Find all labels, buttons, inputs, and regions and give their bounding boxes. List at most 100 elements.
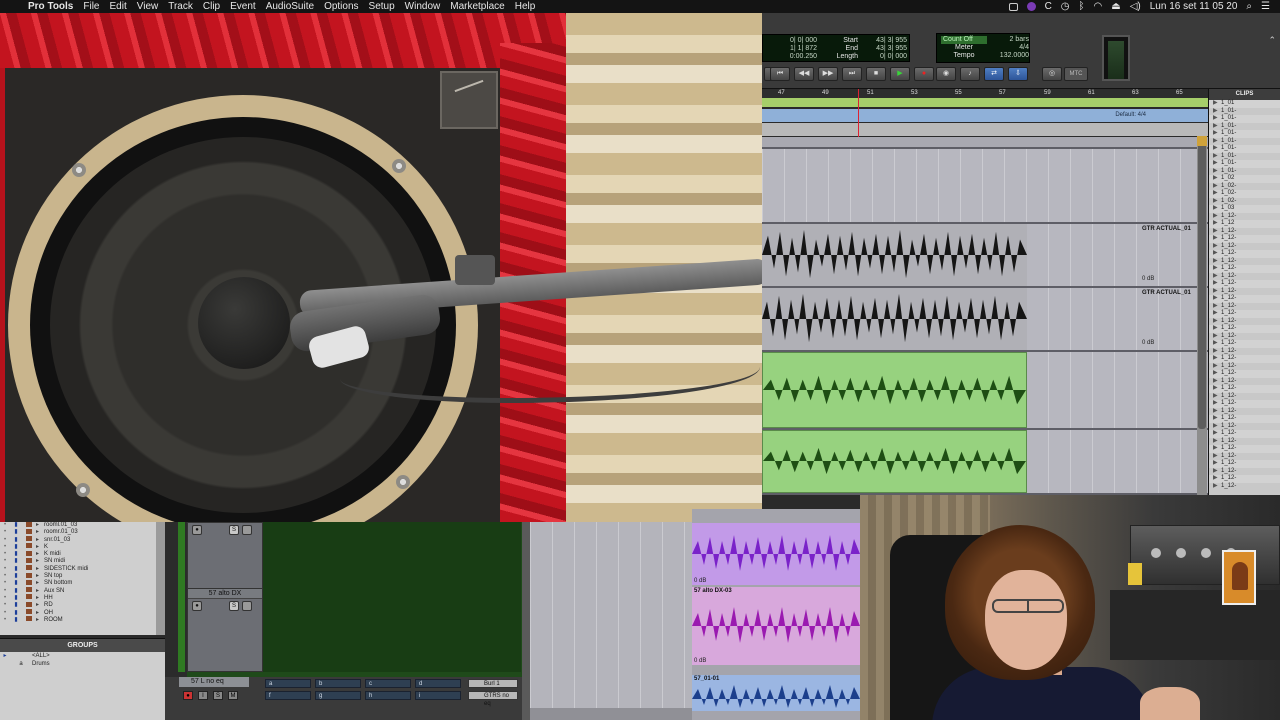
expand-triangle-icon[interactable]: ▶ <box>1213 123 1221 131</box>
menu-help[interactable]: Help <box>515 1 536 12</box>
meter-ruler[interactable]: Default: 4/4 <box>762 109 1208 122</box>
track-name[interactable]: 57 alto DX <box>188 589 262 599</box>
solo-icon[interactable]: S <box>213 691 223 700</box>
tracks-list-panel[interactable]: • ▮ ▸ rooml.01_03 • ▮ ▸ roomr.01_03 • ▮ ▸ snr.01_03… <box>0 522 165 635</box>
metronome-icon[interactable]: ♪ <box>960 67 980 81</box>
wait-for-note-icon[interactable]: ◉ <box>936 67 956 81</box>
mute-button[interactable] <box>242 601 252 611</box>
clips-list-panel[interactable]: CLIPS ▶ 1_01 ▶ 1_01- ▶ 1_01- ▶ 1_01- ▶ 1_01- ▶ 1_01… <box>1208 89 1280 495</box>
clip-list-item[interactable]: ▶ 1_12- <box>1209 460 1280 468</box>
go-to-end-icon[interactable]: ⏭ <box>842 67 862 81</box>
show-hide-icon[interactable]: • <box>0 580 10 587</box>
time-machine-icon[interactable]: ◷ <box>1061 1 1070 12</box>
expand-triangle-icon[interactable]: ▶ <box>1213 415 1221 423</box>
expand-triangle-icon[interactable]: ▶ <box>1213 250 1221 258</box>
clip-list-item[interactable]: ▶ 1_01- <box>1209 145 1280 153</box>
app-menu[interactable]: Pro Tools <box>28 1 73 12</box>
countoff-toggle-icon[interactable]: ⇄ <box>984 67 1004 81</box>
edit-window-tracks[interactable]: GTR ACTUAL_01 0 dB GTR ACTUAL_01 0 dB <box>762 137 1208 495</box>
audio-clip-blue[interactable]: 57_01-01 <box>692 675 860 711</box>
track-lane-gtr-1[interactable]: GTR ACTUAL_01 0 dB <box>762 224 1208 288</box>
clip-list-item[interactable]: ▶ 1_01- <box>1209 153 1280 161</box>
insert-slot[interactable]: a <box>265 679 311 688</box>
expand-triangle-icon[interactable]: ▶ <box>1213 198 1221 206</box>
clip-gain[interactable]: 0 dB <box>694 658 706 664</box>
stop-icon[interactable]: ■ <box>866 67 886 81</box>
insert-slot[interactable]: b <box>315 679 361 688</box>
midi-merge-icon[interactable]: ⇩ <box>1008 67 1028 81</box>
show-hide-icon[interactable]: • <box>0 573 10 580</box>
expand-triangle-icon[interactable]: ▶ <box>1213 430 1221 438</box>
menu-clip[interactable]: Clip <box>203 1 220 12</box>
clip-list-item[interactable]: ▶ 1_12- <box>1209 340 1280 348</box>
expand-triangle-icon[interactable]: ▸ <box>36 529 44 536</box>
expand-triangle-icon[interactable]: ▶ <box>1213 475 1221 483</box>
expand-triangle-icon[interactable]: ▶ <box>1213 183 1221 191</box>
clip-list-item[interactable]: ▶ 1_12- <box>1209 393 1280 401</box>
track-lane-gtr-2[interactable]: GTR ACTUAL_01 0 dB <box>762 288 1208 352</box>
insert-slot[interactable]: f <box>265 691 311 700</box>
clip-list-item[interactable]: ▶ 1_12- <box>1209 228 1280 236</box>
expand-triangle-icon[interactable]: ▶ <box>1213 295 1221 303</box>
bluetooth-icon[interactable]: ᛒ <box>1079 1 1085 12</box>
audio-clip-waveform[interactable] <box>762 352 1027 428</box>
group-item[interactable]: ▸ <ALL> <box>0 652 165 660</box>
expand-triangle-icon[interactable]: ▶ <box>1213 288 1221 296</box>
expand-triangle-icon[interactable]: ▶ <box>1213 265 1221 273</box>
record-arm-icon[interactable]: ● <box>192 601 202 611</box>
clip-list-item[interactable]: ▶ 1_12- <box>1209 355 1280 363</box>
track-name[interactable]: 57 L no eq <box>179 677 249 687</box>
expand-triangle-icon[interactable]: ▶ <box>1213 460 1221 468</box>
show-hide-icon[interactable]: • <box>0 602 10 609</box>
track-lane-green-1[interactable] <box>762 352 1208 430</box>
bars-beats-ruler[interactable]: 47 49 51 53 55 57 59 61 63 65 <box>762 89 1208 98</box>
menu-window[interactable]: Window <box>405 1 441 12</box>
clips-header[interactable]: CLIPS <box>1209 89 1280 100</box>
menu-list-icon[interactable]: ☰ <box>1261 1 1270 12</box>
expand-triangle-icon[interactable]: ▶ <box>1213 333 1221 341</box>
clip-list-item[interactable]: ▶ 1_12- <box>1209 258 1280 266</box>
audio-clip-waveform[interactable] <box>762 430 1027 493</box>
expand-triangle-icon[interactable]: ▸ <box>36 595 44 602</box>
expand-triangle-icon[interactable]: ▶ <box>1213 130 1221 138</box>
expand-triangle-icon[interactable]: ▸ <box>36 551 44 558</box>
clip-list-item[interactable]: ▶ 1_12- <box>1209 370 1280 378</box>
clip-list-item[interactable]: ▶ 1_12- <box>1209 318 1280 326</box>
clip-list-item[interactable]: ▶ 1_12- <box>1209 430 1280 438</box>
groups-panel[interactable]: GROUPS ▸ <ALL> a Drums <box>0 638 165 720</box>
track-lane-empty[interactable] <box>762 164 1208 224</box>
expand-triangle-icon[interactable]: ▶ <box>1213 235 1221 243</box>
wifi-icon[interactable]: ◠ <box>1094 1 1103 12</box>
markers-ruler[interactable] <box>762 123 1208 136</box>
input-monitor-icon[interactable]: I <box>198 691 208 700</box>
expand-triangle-icon[interactable]: ▶ <box>1213 385 1221 393</box>
expand-triangle-icon[interactable]: ▶ <box>1213 310 1221 318</box>
track-lane[interactable] <box>762 137 1208 149</box>
expand-triangle-icon[interactable]: ▶ <box>1213 138 1221 146</box>
expand-triangle-icon[interactable]: ▶ <box>1213 393 1221 401</box>
clip-list-item[interactable]: ▶ 1_12- <box>1209 468 1280 476</box>
expand-triangle-icon[interactable]: ▶ <box>1213 483 1221 491</box>
clip-list-item[interactable]: ▶ 1_12- <box>1209 483 1280 491</box>
expand-triangle-icon[interactable]: ▶ <box>1213 115 1221 123</box>
clip-list-item[interactable]: ▶ 1_12- <box>1209 378 1280 386</box>
audio-clip-waveform[interactable] <box>762 288 1027 350</box>
lower-tracks[interactable]: 0 dB 57 alto DX-03 0 dB 57_01-01 <box>692 509 860 720</box>
expand-triangle-icon[interactable]: ▸ <box>36 610 44 617</box>
clip-list-item[interactable]: ▶ 1_02 <box>1209 175 1280 183</box>
track-options-icon[interactable] <box>1197 136 1207 146</box>
show-hide-icon[interactable]: • <box>0 529 10 536</box>
insert-slot[interactable]: d <box>415 679 461 688</box>
menu-file[interactable]: File <box>83 1 99 12</box>
clip-list-item[interactable]: ▶ 1_12- <box>1209 280 1280 288</box>
clip-list-item[interactable]: ▶ 1_12- <box>1209 288 1280 296</box>
clip-list-item[interactable]: ▶ 1_12- <box>1209 333 1280 341</box>
expand-triangle-icon[interactable]: ▸ <box>36 558 44 565</box>
tracks-list-scrollbar[interactable] <box>156 522 165 635</box>
expand-triangle-icon[interactable]: ▶ <box>1213 400 1221 408</box>
expand-triangle-icon[interactable]: ▶ <box>1213 220 1221 228</box>
menu-view[interactable]: View <box>137 1 159 12</box>
expand-triangle-icon[interactable]: ▶ <box>1213 438 1221 446</box>
show-hide-icon[interactable]: • <box>0 558 10 565</box>
clip-list-item[interactable]: ▶ 1_12- <box>1209 423 1280 431</box>
